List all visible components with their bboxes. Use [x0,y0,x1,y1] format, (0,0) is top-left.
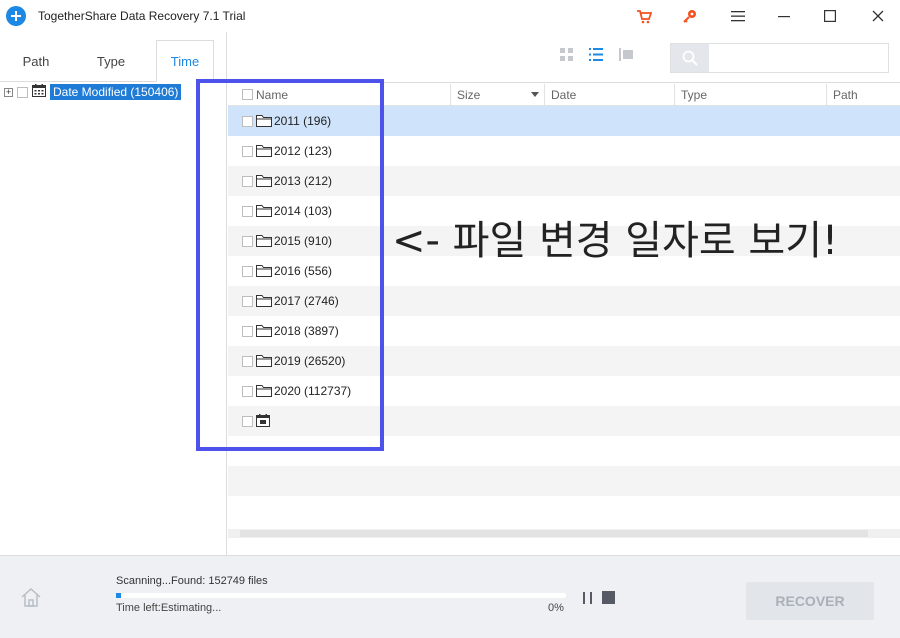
pause-icon[interactable] [582,591,594,605]
maximize-icon[interactable] [820,6,840,26]
menu-icon[interactable] [728,6,748,26]
grid-view-icon[interactable] [560,48,573,64]
horizontal-scrollbar[interactable] [228,529,900,538]
calendar-icon [32,84,46,100]
tab-path[interactable]: Path [4,40,68,82]
scan-status: Scanning...Found: 152749 files [116,575,268,587]
cart-icon[interactable] [634,6,654,26]
empty-row [228,496,900,526]
column-size[interactable]: Size [450,84,544,106]
tab-type[interactable]: Type [78,40,144,82]
progress-percent: 0% [548,602,564,614]
scrollbar-thumb[interactable] [240,530,868,537]
close-icon[interactable] [868,6,888,26]
left-panel: Path Type Time + Date Modified (150406) [0,32,227,555]
tree-expander[interactable]: + [4,87,13,97]
minimize-icon[interactable] [774,6,794,26]
annotation-text: <- 파일 변경 일자로 보기! [392,218,839,264]
column-path[interactable]: Path [826,84,900,106]
column-date[interactable]: Date [544,84,674,106]
scan-progress-bar [116,593,566,598]
tree-root-label[interactable]: Date Modified (150406) [50,84,182,100]
column-size-label: Size [457,88,481,102]
list-view-icon[interactable] [589,48,603,64]
annotation-box [196,79,384,451]
title-bar: TogetherShare Data Recovery 7.1 Trial [0,0,900,32]
home-icon[interactable] [20,586,42,611]
empty-row [228,466,900,496]
app-logo-icon [6,6,26,26]
detail-view-icon[interactable] [619,48,633,64]
tree-checkbox[interactable] [17,86,28,98]
recover-button[interactable]: RECOVER [746,582,874,620]
tab-time[interactable]: Time [156,40,214,82]
stop-icon[interactable] [602,591,615,604]
window-title: TogetherShare Data Recovery 7.1 Trial [38,9,246,23]
view-tabs: Path Type Time [0,40,227,82]
progress-fill [116,593,121,598]
time-left: Time left:Estimating... [116,602,222,614]
column-type[interactable]: Type [674,84,826,106]
app-window: TogetherShare Data Recovery 7.1 Trial Pa… [0,0,900,638]
search-icon[interactable] [671,44,709,72]
key-icon[interactable] [680,6,700,26]
sort-down-icon [531,92,539,97]
status-footer: Scanning...Found: 152749 files Time left… [0,555,900,638]
tree-root[interactable]: + Date Modified (150406) [4,84,182,100]
search-field[interactable] [670,43,889,73]
